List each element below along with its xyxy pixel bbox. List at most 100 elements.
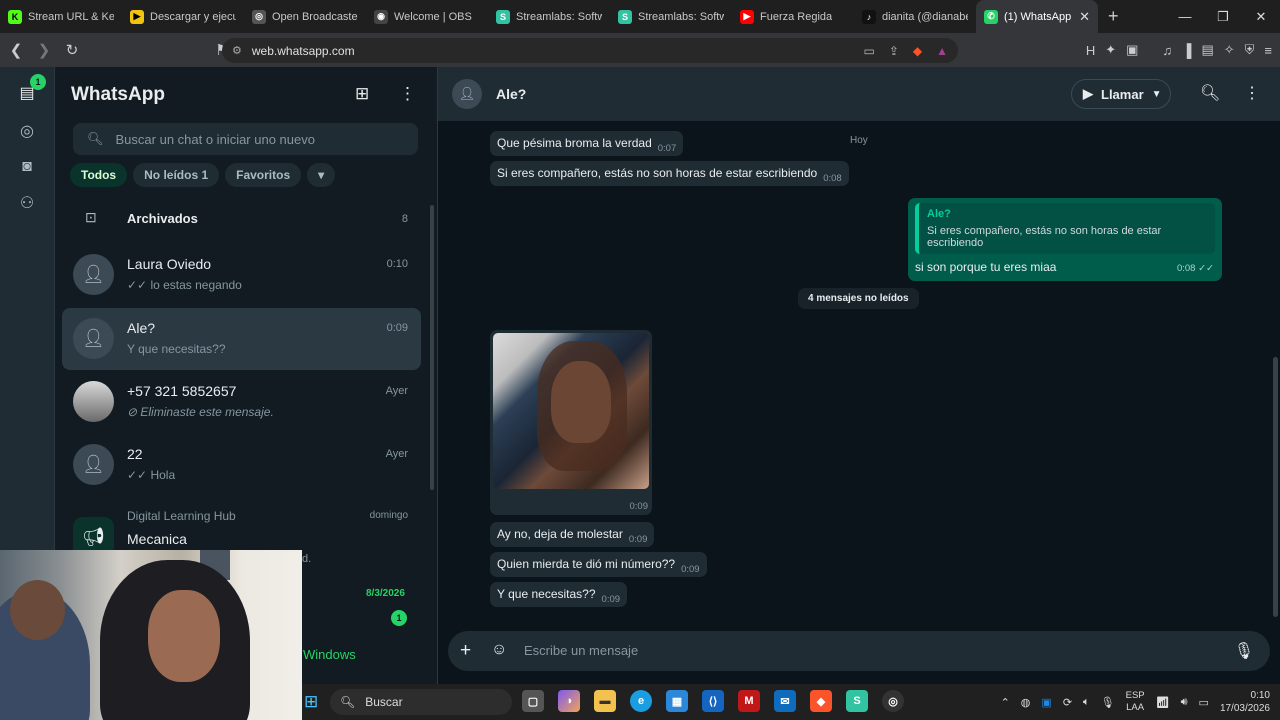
brave-rewards-icon[interactable]: ▲ bbox=[936, 44, 948, 58]
chip-more-dropdown[interactable]: ▾ bbox=[307, 163, 336, 187]
new-chat-icon[interactable]: ⊞ bbox=[355, 84, 369, 104]
vpn-icon[interactable]: ⛨ bbox=[1245, 42, 1255, 58]
task-view-icon[interactable]: ▢ bbox=[522, 690, 544, 712]
chip-favorites[interactable]: Favoritos bbox=[225, 163, 302, 187]
wallet-icon[interactable]: ▤ bbox=[1201, 42, 1213, 58]
maximize-button[interactable]: ❐ bbox=[1204, 0, 1242, 33]
image-message[interactable]: 0:09 bbox=[490, 330, 652, 515]
browser-tab[interactable]: S Streamlabs: Softw bbox=[488, 0, 610, 33]
battery-icon[interactable]: ▭ bbox=[1199, 696, 1209, 709]
chat-row[interactable]: +57 321 5852657 Ayer ⊘ Eliminaste este m… bbox=[62, 371, 421, 433]
chat-row-selected[interactable]: 👤︎ Ale? 0:09 Y que necesitas?? bbox=[62, 308, 421, 370]
language-indicator[interactable]: ESP LAA bbox=[1126, 690, 1145, 714]
obs-icon[interactable]: ◎ bbox=[882, 690, 904, 712]
menu-dots-icon[interactable]: ⋮ bbox=[399, 84, 416, 104]
chip-all[interactable]: Todos bbox=[70, 163, 128, 187]
vscode-icon[interactable]: ⟨⟩ bbox=[702, 690, 724, 712]
extension-icon[interactable]: H bbox=[1086, 43, 1095, 58]
quoted-message[interactable]: Ale? Si eres compañero, estás no son hor… bbox=[915, 203, 1215, 254]
incoming-message[interactable]: Ay no, deja de molestar 0:09 bbox=[490, 522, 655, 547]
back-button[interactable]: ❮ bbox=[4, 41, 28, 59]
speaker-tray-icon[interactable]: 🔈︎ bbox=[1083, 696, 1090, 709]
message-text: Quien mierda te dió mi número?? bbox=[497, 557, 676, 571]
screenshot-icon[interactable]: ▣ bbox=[1126, 42, 1138, 58]
browser-tab[interactable]: ♪ dianita (@dianabe bbox=[854, 0, 976, 33]
taskbar-search[interactable]: 🔍︎ Buscar bbox=[330, 689, 512, 715]
status-icon[interactable]: ◎ bbox=[14, 118, 40, 144]
volume-icon[interactable]: 🔊︎ bbox=[1181, 696, 1188, 709]
edge-icon[interactable]: e bbox=[630, 690, 652, 712]
close-tab-icon[interactable]: ✕ bbox=[1079, 9, 1090, 25]
streamlabs-icon: S bbox=[618, 9, 632, 24]
photo-thumbnail[interactable] bbox=[493, 333, 649, 489]
chat-title[interactable]: Ale? bbox=[496, 86, 526, 102]
browser-tab[interactable]: ▶ Fuerza Regida bbox=[732, 0, 854, 33]
communities-icon[interactable]: ⚇ bbox=[14, 190, 40, 216]
copilot-icon[interactable]: ◑ bbox=[558, 690, 580, 712]
menu-icon[interactable]: ≡ bbox=[1264, 43, 1272, 58]
search-input[interactable]: 🔍︎ Buscar un chat o iniciar uno nuevo bbox=[73, 123, 418, 155]
forward-button[interactable]: ❯ bbox=[32, 41, 56, 59]
leo-ai-icon[interactable]: ✧ bbox=[1224, 42, 1235, 58]
brave-icon[interactable]: ◆ bbox=[810, 690, 832, 712]
archived-row[interactable]: ⊡ Archivados 8 bbox=[62, 203, 421, 233]
puzzle-icon[interactable]: ✦ bbox=[1105, 42, 1116, 58]
site-info-icon[interactable]: ⚙ bbox=[232, 44, 242, 57]
browser-tab[interactable]: ◎ Open Broadcaster bbox=[244, 0, 366, 33]
tray-app-icon[interactable]: ◍ bbox=[1021, 696, 1031, 709]
outgoing-message[interactable]: Ale? Si eres compañero, estás no son hor… bbox=[908, 198, 1222, 281]
channels-icon[interactable]: ◙ bbox=[14, 154, 40, 180]
reload-button[interactable]: ↻ bbox=[60, 41, 84, 59]
incoming-message[interactable]: Y que necesitas?? 0:09 bbox=[490, 582, 628, 607]
composer: + ☺ Escribe un mensaje 🎙︎ bbox=[438, 629, 1280, 684]
media-icon[interactable]: ♫ bbox=[1162, 43, 1172, 58]
minimize-button[interactable]: — bbox=[1166, 0, 1204, 33]
wifi-icon[interactable]: 📶︎ bbox=[1156, 696, 1170, 709]
community-group-name: Digital Learning Hub bbox=[127, 509, 236, 523]
sidebar-toggle-icon[interactable]: ▐ bbox=[1182, 43, 1191, 58]
menu-dots-icon[interactable]: ⋮ bbox=[1244, 83, 1260, 103]
tray-expand-icon[interactable]: ⌃ bbox=[1001, 696, 1010, 709]
cast-icon[interactable]: ▭ bbox=[863, 44, 874, 58]
clock[interactable]: 0:10 17/03/2026 bbox=[1220, 689, 1270, 715]
close-window-button[interactable]: ✕ bbox=[1242, 0, 1280, 33]
sync-icon[interactable]: ⟳ bbox=[1063, 696, 1072, 709]
chat-time: 0:09 bbox=[386, 322, 408, 334]
attach-plus-icon[interactable]: + bbox=[460, 640, 471, 662]
message-time: 0:09 bbox=[628, 534, 648, 545]
brave-shield-icon[interactable]: ◆ bbox=[913, 44, 922, 58]
message-text: Y que necesitas?? bbox=[497, 587, 596, 601]
chat-row[interactable]: 👤︎ Laura Oviedo 0:10 ✓✓ lo estas negando bbox=[62, 244, 421, 306]
browser-tab-active[interactable]: ✆ (1) WhatsApp ✕ bbox=[976, 0, 1098, 33]
browser-tab[interactable]: K Stream URL & Key bbox=[0, 0, 122, 33]
browser-tab[interactable]: S Streamlabs: Softw bbox=[610, 0, 732, 33]
file-explorer-icon[interactable]: ▬ bbox=[594, 690, 616, 712]
incoming-message[interactable]: Si eres compañero, estás no son horas de… bbox=[490, 161, 849, 186]
browser-tab[interactable]: ◉ Welcome | OBS bbox=[366, 0, 488, 33]
call-button[interactable]: ▶︎ Llamar ▼ bbox=[1071, 79, 1171, 109]
search-icon[interactable]: 🔍︎ bbox=[1200, 83, 1220, 103]
incoming-message[interactable]: Que pésima broma la verdad 0:07 bbox=[490, 131, 684, 156]
new-tab-button[interactable]: + bbox=[1098, 6, 1129, 27]
outlook-icon[interactable]: ✉ bbox=[774, 690, 796, 712]
chat-scrollbar[interactable] bbox=[1273, 357, 1278, 617]
avatar[interactable]: 👤︎ bbox=[452, 79, 482, 109]
streamlabs-icon[interactable]: S bbox=[846, 690, 868, 712]
browser-tab[interactable]: ▶ Descargar y ejecut bbox=[122, 0, 244, 33]
microphone-tray-icon[interactable]: 🎙︎ bbox=[1101, 696, 1115, 709]
mcafee-icon[interactable]: M bbox=[738, 690, 760, 712]
emoji-sticker-icon[interactable]: ☺ bbox=[491, 641, 507, 659]
microphone-icon[interactable]: 🎙︎ bbox=[1234, 641, 1254, 661]
share-icon[interactable]: ⇪ bbox=[889, 44, 899, 58]
windows-start-icon[interactable]: ⊞ bbox=[304, 692, 318, 712]
incoming-message[interactable]: Quien mierda te dió mi número?? 0:09 bbox=[490, 552, 707, 577]
address-bar[interactable]: ⚙ web.whatsapp.com ▭ ⇪ ◆ ▲ bbox=[222, 38, 958, 63]
message-input[interactable]: Escribe un mensaje bbox=[524, 643, 638, 658]
tray-app-icon[interactable]: ▣ bbox=[1041, 696, 1051, 709]
chat-row[interactable]: 👤︎ 22 Ayer ✓✓ Hola bbox=[62, 434, 421, 496]
chip-unread[interactable]: No leídos 1 bbox=[133, 163, 220, 187]
store-icon[interactable]: ▦ bbox=[666, 690, 688, 712]
tiktok-icon: ♪ bbox=[862, 9, 876, 24]
message-time: 0:08 bbox=[823, 173, 842, 184]
sidebar-scrollbar[interactable] bbox=[430, 205, 434, 490]
